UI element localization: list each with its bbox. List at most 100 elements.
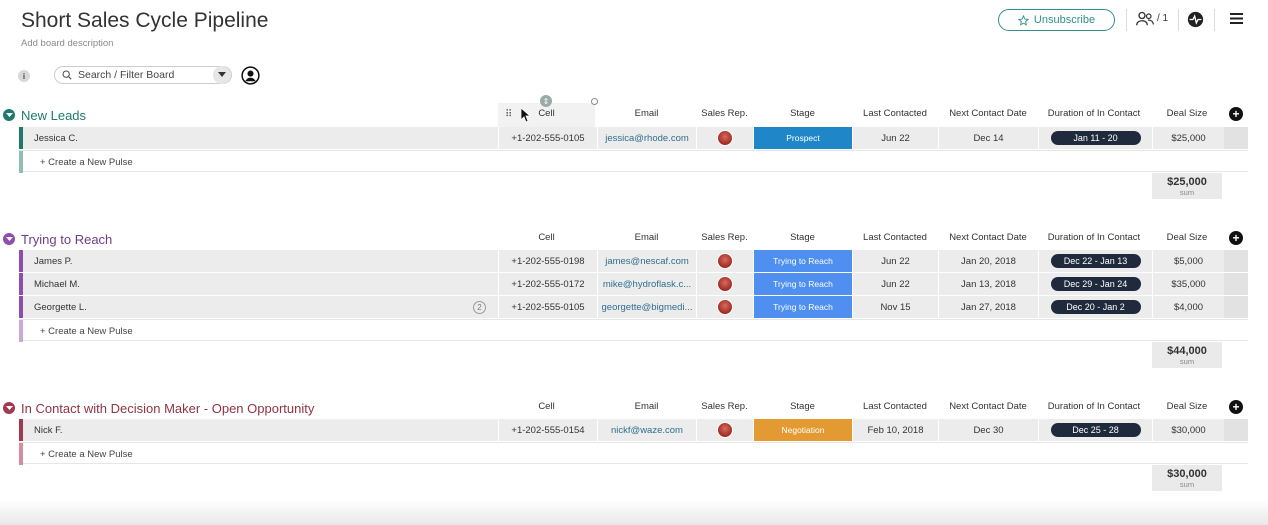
column-header-email[interactable]: Email [597,232,696,243]
column-header-duration[interactable]: Duration of In Contact [1038,232,1150,243]
stage-cell[interactable]: Prospect [753,127,852,149]
phone-cell[interactable]: +1-202-555-0172 [498,273,597,295]
add-column-button[interactable]: + [1229,400,1243,414]
next-contact-cell[interactable]: Jan 13, 2018 [938,273,1038,295]
last-contacted-cell[interactable]: Feb 10, 2018 [852,419,938,441]
activity-icon[interactable] [1187,11,1204,28]
email-cell[interactable]: nickf@waze.com [597,419,696,441]
table-row[interactable]: Jessica C. +1-202-555-0105 jessica@rhode… [19,127,1248,149]
column-header-sales-rep[interactable]: Sales Rep. [697,108,752,119]
pulse-name[interactable]: Nick F. [19,419,497,441]
duration-cell[interactable]: Dec 29 - Jan 24 [1038,273,1152,295]
duration-cell[interactable]: Dec 20 - Jan 2 [1038,296,1152,318]
column-header-email[interactable]: Email [597,401,696,412]
last-contacted-cell[interactable]: Jun 22 [852,250,938,272]
board-description[interactable]: Add board description [21,38,113,49]
column-header-sales-rep[interactable]: Sales Rep. [697,401,752,412]
collapse-group-icon[interactable] [3,402,15,414]
deal-size-cell[interactable]: $30,000 [1152,419,1224,441]
column-header-last-contacted[interactable]: Last Contacted [852,401,938,412]
stage-cell[interactable]: Trying to Reach [753,250,852,272]
info-icon[interactable]: i [18,70,30,82]
column-header-next-contact[interactable]: Next Contact Date [938,108,1038,119]
create-pulse-label[interactable]: + Create a New Pulse [40,326,133,337]
stage-cell[interactable]: Trying to Reach [753,273,852,295]
column-header-stage[interactable]: Stage [753,401,852,412]
next-contact-cell[interactable]: Jan 27, 2018 [938,296,1038,318]
column-move-icon[interactable]: ⇕ [540,95,552,107]
deal-size-cell[interactable]: $4,000 [1152,296,1224,318]
column-header-last-contacted[interactable]: Last Contacted [852,232,938,243]
phone-cell[interactable]: +1-202-555-0154 [498,419,597,441]
pulse-name[interactable]: Michael M. [19,273,497,295]
column-header-cell[interactable]: Cell [498,401,595,412]
add-column-button[interactable]: + [1229,107,1243,121]
column-header-email[interactable]: Email [597,108,696,119]
group-title[interactable]: In Contact with Decision Maker - Open Op… [21,401,314,416]
menu-icon[interactable] [1230,13,1243,24]
column-header-last-contacted[interactable]: Last Contacted [852,108,938,119]
duration-cell[interactable]: Dec 25 - 28 [1038,419,1152,441]
email-cell[interactable]: james@nescaf.com [597,250,696,272]
filter-dropdown-button[interactable] [213,66,231,84]
email-cell[interactable]: georgette@bigmedi... [597,296,696,318]
column-header-deal-size[interactable]: Deal Size [1152,232,1222,243]
unsubscribe-button[interactable]: Unsubscribe [998,9,1115,31]
column-header-sales-rep[interactable]: Sales Rep. [697,232,752,243]
column-header-stage[interactable]: Stage [753,108,852,119]
add-column-button[interactable]: + [1229,231,1243,245]
collapse-group-icon[interactable] [3,233,15,245]
deal-size-cell[interactable]: $35,000 [1152,273,1224,295]
pulse-name[interactable]: Georgette L. [19,296,497,318]
next-contact-cell[interactable]: Dec 30 [938,419,1038,441]
table-row[interactable]: Nick F. +1-202-555-0154 nickf@waze.com N… [19,419,1248,441]
table-row[interactable]: James P. +1-202-555-0198 james@nescaf.co… [19,250,1248,272]
table-row[interactable]: Georgette L. 2 +1-202-555-0105 georgette… [19,296,1248,318]
board-title[interactable]: Short Sales Cycle Pipeline [21,9,268,33]
duration-cell[interactable]: Dec 22 - Jan 13 [1038,250,1152,272]
create-pulse-row[interactable]: + Create a New Pulse [19,442,1248,465]
last-contacted-cell[interactable]: Jun 22 [852,127,938,149]
create-pulse-label[interactable]: + Create a New Pulse [40,157,133,168]
group-title[interactable]: Trying to Reach [21,232,112,247]
column-header-next-contact[interactable]: Next Contact Date [938,232,1038,243]
updates-count-badge[interactable]: 2 [473,301,486,314]
sales-rep-cell[interactable] [696,127,753,149]
sales-rep-cell[interactable] [696,250,753,272]
table-row[interactable]: Michael M. +1-202-555-0172 mike@hydrofla… [19,273,1248,295]
stage-cell[interactable]: Negotiation [753,419,852,441]
last-contacted-cell[interactable]: Nov 15 [852,296,938,318]
sales-rep-cell[interactable] [696,419,753,441]
phone-cell[interactable]: +1-202-555-0198 [498,250,597,272]
pulse-name[interactable]: James P. [19,250,497,272]
deal-size-cell[interactable]: $25,000 [1152,127,1224,149]
create-pulse-row[interactable]: + Create a New Pulse [19,150,1248,173]
column-header-duration[interactable]: Duration of In Contact [1038,401,1150,412]
column-header-cell[interactable]: Cell [498,108,595,119]
stage-cell[interactable]: Trying to Reach [753,296,852,318]
phone-cell[interactable]: +1-202-555-0105 [498,296,597,318]
sales-rep-cell[interactable] [696,296,753,318]
create-pulse-row[interactable]: + Create a New Pulse [19,319,1248,342]
create-pulse-label[interactable]: + Create a New Pulse [40,449,133,460]
column-header-deal-size[interactable]: Deal Size [1152,108,1222,119]
next-contact-cell[interactable]: Dec 14 [938,127,1038,149]
group-title[interactable]: New Leads [21,108,86,123]
pulse-name[interactable]: Jessica C. [19,127,497,149]
column-header-next-contact[interactable]: Next Contact Date [938,401,1038,412]
column-header-stage[interactable]: Stage [753,232,852,243]
column-header-duration[interactable]: Duration of In Contact [1038,108,1150,119]
duration-cell[interactable]: Jan 11 - 20 [1038,127,1152,149]
person-filter-icon[interactable] [241,66,260,85]
column-header-deal-size[interactable]: Deal Size [1152,401,1222,412]
last-contacted-cell[interactable]: Jun 22 [852,273,938,295]
collapse-group-icon[interactable] [3,109,15,121]
column-header-cell[interactable]: Cell [498,232,595,243]
phone-cell[interactable]: +1-202-555-0105 [498,127,597,149]
email-cell[interactable]: mike@hydroflask.c... [597,273,696,295]
deal-size-cell[interactable]: $5,000 [1152,250,1224,272]
sales-rep-cell[interactable] [696,273,753,295]
column-resize-handle[interactable] [591,98,598,105]
search-filter-input[interactable]: Search / Filter Board [54,66,232,84]
email-cell[interactable]: jessica@rhode.com [597,127,696,149]
